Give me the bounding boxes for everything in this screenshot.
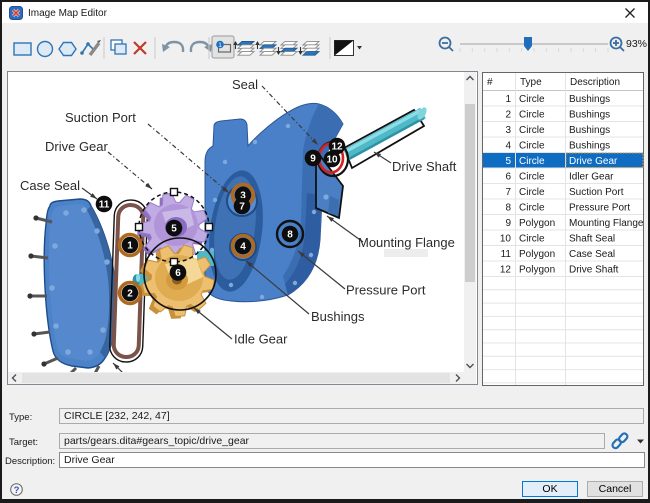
- svg-text:5: 5: [505, 156, 511, 167]
- svg-text:Circle: Circle: [519, 203, 545, 214]
- svg-text:4: 4: [240, 241, 246, 252]
- svg-text:Idler Gear: Idler Gear: [569, 172, 614, 183]
- svg-text:Drive Shaft: Drive Shaft: [392, 159, 457, 174]
- svg-text:Drive Gear: Drive Gear: [45, 139, 109, 154]
- svg-text:Polygon: Polygon: [519, 218, 555, 229]
- svg-text:Drive Gear: Drive Gear: [569, 156, 618, 167]
- svg-text:Bushings: Bushings: [569, 141, 610, 152]
- svg-text:#: #: [487, 77, 493, 88]
- svg-text:Circle: Circle: [519, 172, 545, 183]
- svg-text:Polygon: Polygon: [519, 249, 555, 260]
- svg-text:Drive Shaft: Drive Shaft: [569, 265, 619, 276]
- svg-text:Circle: Circle: [519, 234, 545, 245]
- svg-text:Circle: Circle: [519, 187, 545, 198]
- svg-text:Seal: Seal: [232, 77, 258, 92]
- svg-text:9: 9: [310, 153, 316, 164]
- svg-text:11: 11: [501, 249, 512, 260]
- svg-text:Bushings: Bushings: [569, 110, 610, 121]
- svg-text:Suction Port: Suction Port: [65, 110, 136, 125]
- svg-text:Case Seal: Case Seal: [20, 178, 80, 193]
- svg-text:Bushings: Bushings: [569, 94, 610, 105]
- svg-text:12: 12: [500, 265, 512, 276]
- svg-text:3: 3: [505, 125, 511, 136]
- svg-text:Suction Port: Suction Port: [569, 187, 624, 198]
- svg-text:Description: Description: [570, 77, 620, 88]
- svg-text:7: 7: [505, 187, 511, 198]
- svg-text:Pressure Port: Pressure Port: [346, 283, 426, 298]
- svg-text:2: 2: [127, 288, 133, 299]
- svg-text:11: 11: [99, 199, 110, 210]
- svg-text:Mounting Flange: Mounting Flange: [358, 235, 455, 250]
- svg-text:Shaft Seal: Shaft Seal: [569, 234, 615, 245]
- svg-text:Pressure Port: Pressure Port: [569, 203, 630, 214]
- svg-text:93%: 93%: [626, 38, 647, 50]
- svg-text:Type: Type: [520, 77, 542, 88]
- svg-text:4: 4: [505, 141, 511, 152]
- svg-text:Case Seal: Case Seal: [569, 249, 615, 260]
- svg-text:6: 6: [175, 268, 181, 279]
- svg-text:6: 6: [505, 172, 511, 183]
- svg-text:10: 10: [500, 234, 512, 245]
- svg-text:Circle: Circle: [519, 156, 545, 167]
- svg-text:Polygon: Polygon: [519, 265, 555, 276]
- svg-text:8: 8: [287, 229, 293, 240]
- svg-text:10: 10: [326, 154, 338, 165]
- svg-text:Idle Gear: Idle Gear: [234, 332, 288, 347]
- svg-text:?: ?: [14, 485, 20, 496]
- svg-text:2: 2: [505, 110, 511, 121]
- svg-text:7: 7: [239, 201, 245, 212]
- svg-text:Circle: Circle: [519, 141, 545, 152]
- svg-text:5: 5: [171, 223, 177, 234]
- svg-text:1: 1: [505, 94, 511, 105]
- svg-text:12: 12: [331, 141, 343, 152]
- svg-text:Circle: Circle: [519, 94, 545, 105]
- svg-text:Bushings: Bushings: [569, 125, 610, 136]
- svg-text:Mounting Flange: Mounting Flange: [569, 218, 644, 229]
- svg-text:Circle: Circle: [519, 110, 545, 121]
- svg-text:Circle: Circle: [519, 125, 545, 136]
- svg-text:8: 8: [505, 203, 511, 214]
- svg-text:Bushings: Bushings: [311, 309, 365, 324]
- svg-text:9: 9: [505, 218, 511, 229]
- svg-text:1: 1: [127, 240, 133, 251]
- svg-text:1: 1: [218, 42, 222, 49]
